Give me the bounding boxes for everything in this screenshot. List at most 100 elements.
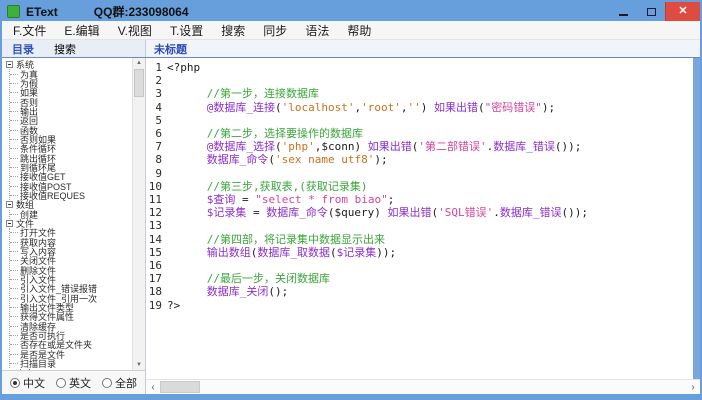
- code-token: 'sex name utf8': [275, 153, 374, 166]
- code-token: ($query): [328, 206, 388, 219]
- tree-scroll-down-icon[interactable]: ▼: [133, 360, 145, 370]
- menu-item-1[interactable]: E.编辑: [55, 21, 108, 39]
- menu-item-4[interactable]: 搜索: [212, 21, 254, 39]
- line-number: 1: [146, 61, 162, 74]
- code-line[interactable]: 13: [146, 219, 693, 232]
- menu-item-2[interactable]: V.视图: [109, 21, 161, 39]
- code-token: (: [275, 140, 282, 153]
- code-token: ?>: [167, 299, 180, 312]
- code-line[interactable]: 15 输出数组(数据库_取数据($记录集));: [146, 246, 693, 259]
- code-token: [167, 233, 207, 246]
- radio-selected-icon[interactable]: [10, 378, 20, 388]
- code-token: ));: [376, 246, 396, 259]
- menu-item-7[interactable]: 帮助: [338, 21, 380, 39]
- line-number: 19: [146, 299, 162, 312]
- code-line[interactable]: 14 //第四部，将记录集中数据显示出来: [146, 233, 693, 246]
- code-token: 'php': [282, 140, 315, 153]
- code-line[interactable]: 3 //第一步，连接数据库: [146, 87, 693, 100]
- code-editor[interactable]: 1<?php23 //第一步，连接数据库4 @数据库_连接('localhost…: [146, 58, 700, 394]
- code-line[interactable]: 8 数据库_命令('sex name utf8');: [146, 153, 693, 166]
- code-token: 'root': [361, 101, 401, 114]
- qq-group-label: QQ群:233098064: [94, 3, 189, 20]
- sidebar-tab-search[interactable]: 搜索: [44, 41, 86, 57]
- code-line[interactable]: 2: [146, 74, 693, 87]
- code-token: [167, 180, 207, 193]
- hscroll-right-icon[interactable]: ›: [686, 380, 700, 394]
- tree-scroll-up-icon[interactable]: ▲: [133, 58, 145, 68]
- code-text: $记录集 = 数据库_命令($query) 如果出错('SQL错误'.数据库_错…: [167, 206, 588, 219]
- code-line[interactable]: 6 //第二步，选择要操作的数据库: [146, 127, 693, 140]
- hscroll-thumb[interactable]: [160, 381, 200, 393]
- code-line[interactable]: 11 $查询 = "select * from biao";: [146, 193, 693, 206]
- line-number: 6: [146, 127, 162, 140]
- code-text: @数据库_连接('localhost','root','') 如果出错("密码错…: [167, 101, 555, 114]
- menu-item-5[interactable]: 同步: [254, 21, 296, 39]
- tab-strip: 目录 搜索 未标题: [2, 40, 700, 58]
- code-text: //第二步，选择要操作的数据库: [167, 127, 363, 140]
- code-line[interactable]: 5: [146, 114, 693, 127]
- code-line[interactable]: 7 @数据库_选择('php',$conn) 如果出错('第二部错误'.数据库_…: [146, 140, 693, 153]
- maximize-button[interactable]: [637, 2, 665, 21]
- code-line[interactable]: 10 //第三步,获取表,(获取记录集): [146, 180, 693, 193]
- code-line[interactable]: 17 //最后一步，关闭数据库: [146, 272, 693, 285]
- code-token: );: [374, 153, 387, 166]
- minimize-button[interactable]: [609, 2, 637, 21]
- code-token: );: [542, 101, 555, 114]
- filter-radio-2[interactable]: 全部: [102, 375, 137, 391]
- menu-item-0[interactable]: F.文件: [4, 21, 55, 39]
- code-text: 数据库_关闭();: [167, 285, 288, 298]
- line-number: 17: [146, 272, 162, 285]
- code-text: @数据库_选择('php',$conn) 如果出错('第二部错误'.数据库_错误…: [167, 140, 581, 153]
- code-line[interactable]: 9: [146, 167, 693, 180]
- maximize-icon: [647, 8, 656, 16]
- code-token: //第三步,获取表,(获取记录集): [207, 180, 368, 193]
- code-line[interactable]: 18 数据库_关闭();: [146, 285, 693, 298]
- hscroll-left-icon[interactable]: ‹: [146, 380, 160, 394]
- line-number: 12: [146, 206, 162, 219]
- code-token: [167, 127, 207, 140]
- code-line[interactable]: 1<?php: [146, 61, 693, 74]
- app-icon: [7, 5, 20, 18]
- close-button[interactable]: ✕: [665, 2, 700, 21]
- code-line[interactable]: 16: [146, 259, 693, 272]
- document-tab-untitled[interactable]: 未标题: [146, 41, 195, 57]
- code-token: @数据库_连接: [207, 101, 275, 114]
- tree-root-item[interactable]: 文本: [6, 368, 133, 370]
- collapse-icon[interactable]: [6, 220, 13, 227]
- code-line[interactable]: 4 @数据库_连接('localhost','root','') 如果出错("密…: [146, 101, 693, 114]
- code-token: //第四部，将记录集中数据显示出来: [207, 233, 385, 246]
- line-number: 7: [146, 140, 162, 153]
- code-token: 数据库_关闭: [207, 285, 269, 298]
- menu-item-6[interactable]: 语法: [296, 21, 338, 39]
- code-token: 数据库_命令: [207, 153, 269, 166]
- code-line[interactable]: 19 ?>: [146, 299, 693, 312]
- filter-radio-1[interactable]: 英文: [56, 375, 91, 391]
- line-number: 8: [146, 153, 162, 166]
- filter-radio-label: 全部: [115, 375, 137, 391]
- code-line[interactable]: 12 $记录集 = 数据库_命令($query) 如果出错('SQL错误'.数据…: [146, 206, 693, 219]
- code-token: $记录集: [207, 206, 247, 219]
- editor-horizontal-scrollbar[interactable]: ‹ ›: [146, 379, 700, 394]
- code-token: 'localhost': [282, 101, 355, 114]
- code-text: ?>: [167, 299, 180, 312]
- sidebar-tab-directory[interactable]: 目录: [2, 41, 44, 57]
- filter-radio-label: 中文: [23, 375, 45, 391]
- code-token: 如果出错: [368, 140, 412, 153]
- code-token: [167, 246, 207, 259]
- code-token: 输出数组: [207, 246, 251, 259]
- menu-item-3[interactable]: T.设置: [161, 21, 212, 39]
- tree-scrollbar[interactable]: ▲ ▼: [132, 58, 145, 370]
- code-area[interactable]: 1<?php23 //第一步，连接数据库4 @数据库_连接('localhost…: [146, 58, 693, 380]
- line-number: 4: [146, 101, 162, 114]
- tree-scroll-thumb[interactable]: [134, 69, 144, 97]
- code-text: //第三步,获取表,(获取记录集): [167, 180, 368, 193]
- editor-vertical-scrollbar[interactable]: [693, 58, 700, 380]
- collapse-icon[interactable]: [6, 61, 13, 68]
- radio-icon[interactable]: [56, 378, 66, 388]
- filter-radio-0[interactable]: 中文: [10, 375, 45, 391]
- code-token: =: [246, 206, 266, 219]
- code-token: "select * from biao": [255, 193, 387, 206]
- collapse-icon[interactable]: [6, 201, 13, 208]
- close-icon: ✕: [678, 6, 687, 17]
- radio-icon[interactable]: [102, 378, 112, 388]
